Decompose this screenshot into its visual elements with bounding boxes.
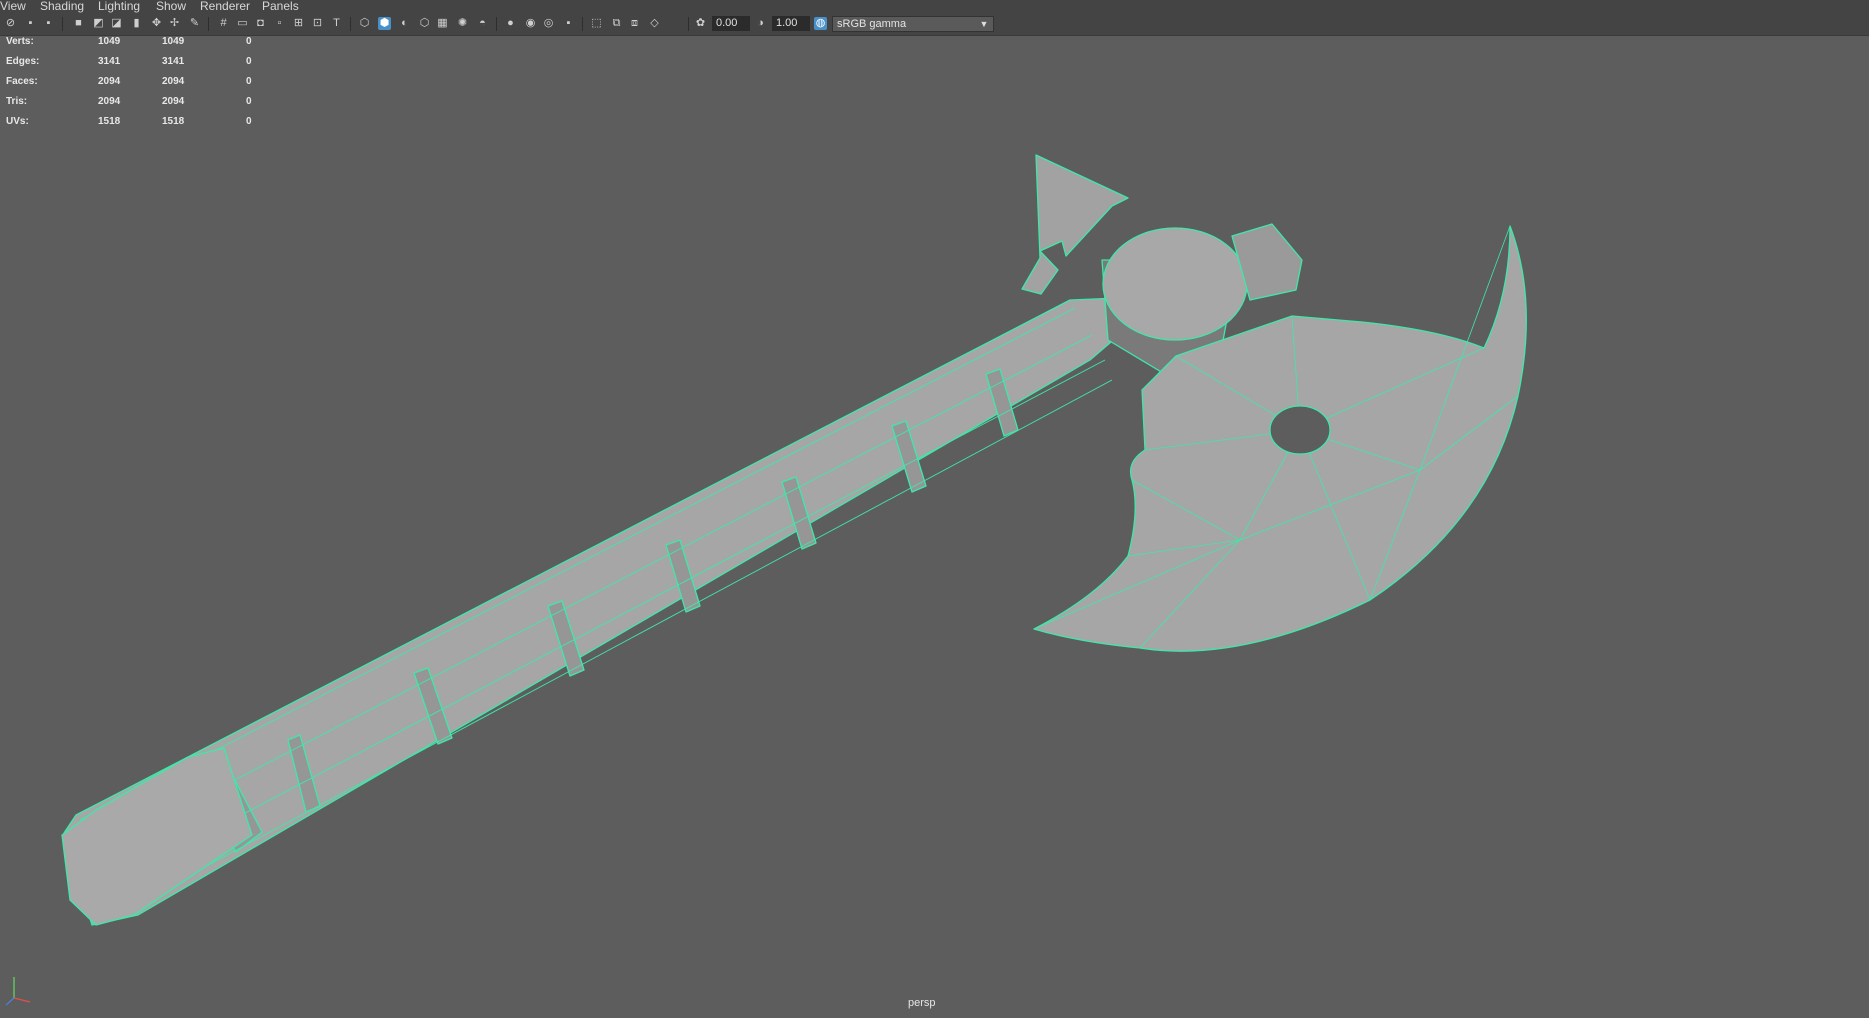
isolate-select-icon[interactable]: ⬚ xyxy=(590,17,603,30)
lights-icon[interactable]: ✺ xyxy=(456,17,469,30)
backface-culling-icon[interactable]: ◇ xyxy=(648,17,661,30)
motion-blur-icon[interactable]: ◉ xyxy=(524,17,537,30)
axe-collar-cap xyxy=(1102,227,1248,341)
grease-pencil-icon[interactable]: ▮ xyxy=(130,17,143,30)
gamma-icon[interactable]: ◑ xyxy=(754,17,767,30)
color-management-icon[interactable]: ◍ xyxy=(814,17,827,30)
2d-pan-zoom-icon[interactable]: ◪ xyxy=(110,17,123,30)
image-plane-icon[interactable]: ◩ xyxy=(92,17,105,30)
chevron-down-icon[interactable]: ▼ xyxy=(977,17,991,31)
lock-camera-icon[interactable]: ▪ xyxy=(24,17,37,30)
smooth-shade-icon[interactable]: ⬢ xyxy=(378,17,391,30)
screen-space-ao-icon[interactable]: ● xyxy=(504,17,517,30)
textured-icon[interactable]: ▦ xyxy=(436,17,449,30)
safe-action-icon[interactable]: ⊡ xyxy=(311,17,324,30)
panel-toolbar: ⊘ ▪ ▪ ■ ◩ ◪ ▮ ✥ ✢ ✎ # ▭ ◘ ▫ ⊞ ⊡ T ⬡ ⬢ ◐ … xyxy=(0,13,1869,36)
select-camera-icon[interactable]: ⊘ xyxy=(4,17,17,30)
menu-shading[interactable]: Shading xyxy=(40,0,84,13)
axe-blade-hole xyxy=(1269,405,1331,455)
menu-renderer[interactable]: Renderer xyxy=(200,0,250,13)
shadows-icon[interactable]: ◓ xyxy=(476,17,489,30)
xray-joints-icon[interactable]: ⧈ xyxy=(628,17,641,30)
gamma-field[interactable]: 1.00 xyxy=(772,16,810,31)
safe-title-icon[interactable]: T xyxy=(330,17,343,30)
wireframe-on-shaded-icon[interactable]: ⬡ xyxy=(418,17,431,30)
bookmarks-icon[interactable]: ■ xyxy=(72,17,85,30)
exposure-icon[interactable]: ✿ xyxy=(694,17,707,30)
grid-icon[interactable]: # xyxy=(217,17,230,30)
menu-lighting[interactable]: Lighting xyxy=(98,0,140,13)
panel-menu-bar: View Shading Lighting Show Renderer Pane… xyxy=(0,0,1869,13)
default-material-icon[interactable]: ◐ xyxy=(398,17,411,30)
color-space-dropdown[interactable]: sRGB gamma ▼ xyxy=(832,16,994,32)
z-axis-line xyxy=(6,997,15,1006)
menu-show[interactable]: Show xyxy=(156,0,186,13)
axe-mesh[interactable] xyxy=(61,154,1527,926)
menu-panels[interactable]: Panels xyxy=(262,0,299,13)
xray-icon[interactable]: ⧉ xyxy=(610,17,623,30)
color-space-value: sRGB gamma xyxy=(837,18,907,30)
brush-icon[interactable]: ✎ xyxy=(188,17,201,30)
exposure-field[interactable]: 0.00 xyxy=(712,16,750,31)
axe-pommel xyxy=(61,747,253,926)
axis-gizmo xyxy=(6,977,31,1006)
camera-name-label: persp xyxy=(908,997,936,1009)
grid-snap-icon[interactable]: ✥ xyxy=(150,17,163,30)
x-axis-line xyxy=(13,997,31,1003)
menu-view[interactable]: View xyxy=(0,0,26,13)
wireframe-icon[interactable]: ⬡ xyxy=(358,17,371,30)
anti-aliasing-icon[interactable]: ◎ xyxy=(542,17,555,30)
viewport-3d[interactable] xyxy=(0,36,1869,1018)
gate-mask-icon[interactable]: ▫ xyxy=(273,17,286,30)
field-chart-icon[interactable]: ⊞ xyxy=(292,17,305,30)
camera-attributes-icon[interactable]: ▪ xyxy=(42,17,55,30)
resolution-gate-icon[interactable]: ◘ xyxy=(254,17,267,30)
pan-icon[interactable]: ✢ xyxy=(168,17,181,30)
film-gate-icon[interactable]: ▭ xyxy=(236,17,249,30)
depth-of-field-icon[interactable]: ▪ xyxy=(562,17,575,30)
